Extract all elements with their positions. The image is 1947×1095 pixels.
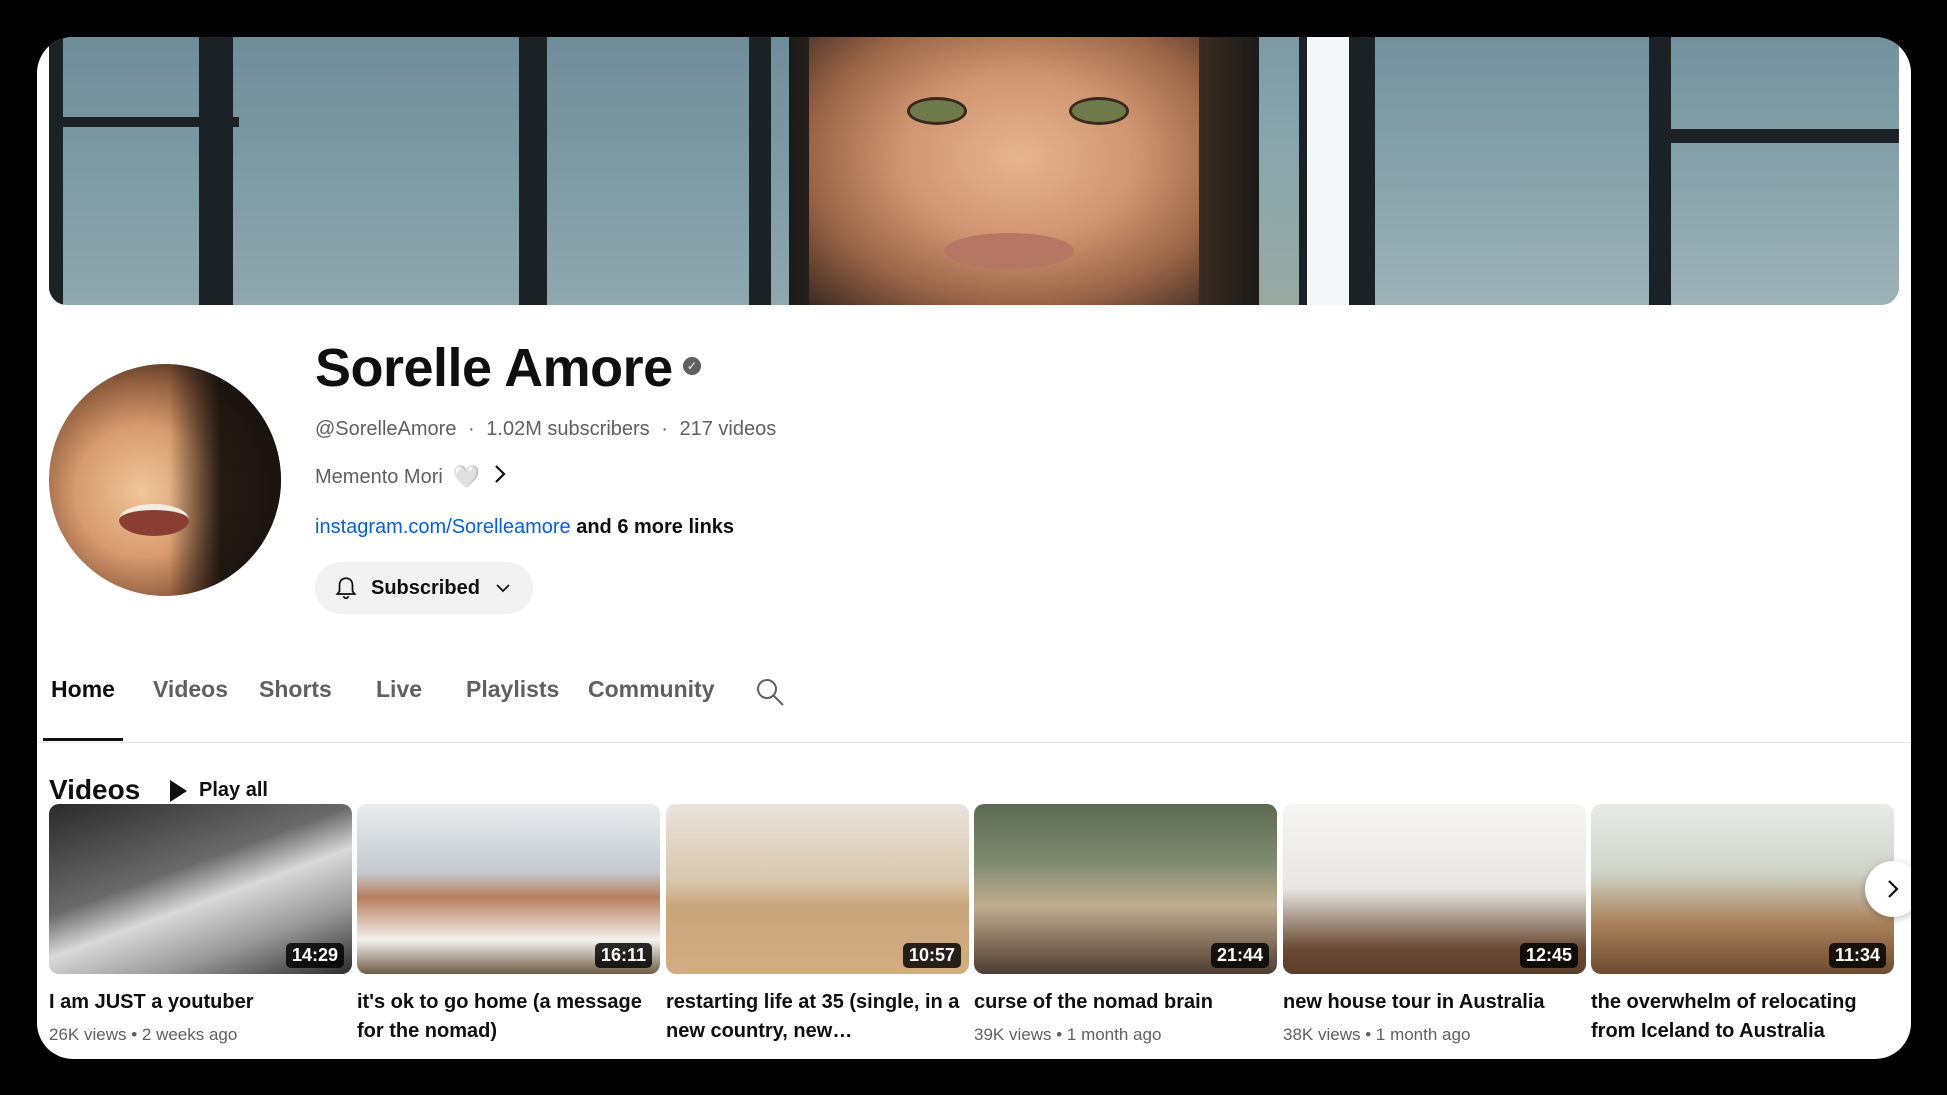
tab-home[interactable]: Home [43,657,123,741]
video-age: 1 month ago [1375,1025,1471,1044]
chevron-down-icon [496,584,510,593]
subscribed-label: Subscribed [371,576,480,599]
video-age: 1 month ago [1066,1025,1162,1044]
video-thumbnail[interactable]: 21:44 [974,804,1277,974]
video-card[interactable]: 10:57 restarting life at 35 (single, in … [666,804,969,1046]
tab-videos[interactable]: Videos [153,657,228,741]
video-card[interactable]: 14:29 I am JUST a youtuber 26K views • 2… [49,804,352,1045]
video-meta: 26K views • 2 weeks ago [49,1025,238,1044]
video-thumbnail[interactable]: 16:11 [357,804,660,974]
instagram-link[interactable]: instagram.com/Sorelleamore [315,516,571,538]
subscriber-count: 1.02M subscribers [486,418,650,440]
channel-banner [49,37,1899,305]
channel-name-text: Sorelle Amore [315,338,673,398]
tab-shorts[interactable]: Shorts [259,657,332,741]
verified-check-icon: ✓ [682,356,701,375]
description-text: Memento Mori [315,465,443,488]
tab-live[interactable]: Live [376,657,422,741]
more-links-button[interactable]: and 6 more links [576,516,734,538]
tab-community[interactable]: Community [588,657,715,741]
channel-links: instagram.com/Sorelleamore and 6 more li… [315,516,734,539]
video-age: 2 weeks ago [141,1025,238,1044]
video-duration: 10:57 [902,943,961,968]
video-card[interactable]: 21:44 curse of the nomad brain 39K views… [974,804,1277,1045]
play-all-label: Play all [199,779,268,801]
channel-avatar[interactable] [49,364,281,596]
video-meta: 38K views • 1 month ago [1283,1025,1471,1044]
video-count: 217 videos [679,418,777,440]
video-meta: 39K views • 1 month ago [974,1025,1162,1044]
video-thumbnail[interactable]: 14:29 [49,804,352,974]
video-thumbnail[interactable]: 11:34 [1591,804,1894,974]
play-all-button[interactable]: Play all [170,779,268,802]
video-card[interactable]: 16:11 it's ok to go home (a message for … [357,804,660,1046]
video-thumbnail[interactable]: 12:45 [1283,804,1586,974]
channel-handle: @SorelleAmore [315,418,457,440]
channel-description[interactable]: Memento Mori 🤍 [315,464,507,490]
video-duration: 21:44 [1210,943,1269,968]
video-title[interactable]: restarting life at 35 (single, in a new … [666,988,966,1046]
white-heart-emoji: 🤍 [452,464,481,489]
subscribed-button[interactable]: Subscribed [315,562,533,614]
channel-meta: @SorelleAmore · 1.02M subscribers · 217 … [315,418,776,441]
video-duration: 16:11 [594,943,652,968]
play-icon [170,779,187,802]
video-title[interactable]: it's ok to go home (a message for the no… [357,988,657,1046]
video-title[interactable]: I am JUST a youtuber [49,988,349,1017]
bell-icon [335,577,357,600]
search-icon[interactable] [755,677,785,707]
video-duration: 14:29 [285,943,344,968]
video-views: 39K views [974,1025,1052,1044]
video-title[interactable]: curse of the nomad brain [974,988,1274,1017]
video-thumbnail[interactable]: 10:57 [666,804,969,974]
meta-separator: · [468,418,475,440]
videos-section-title[interactable]: Videos [49,774,140,806]
video-title[interactable]: the overwhelm of relocating from Iceland… [1591,988,1891,1046]
video-views: 38K views [1283,1025,1361,1044]
channel-tabs: Home Videos Shorts Live Playlists Commun… [37,657,1911,743]
meta-separator: · [661,418,668,440]
video-card[interactable]: 12:45 new house tour in Australia 38K vi… [1283,804,1586,1045]
youtube-channel-page: Sorelle Amore ✓ @SorelleAmore · 1.02M sub… [37,37,1911,1059]
video-card[interactable]: 11:34 the overwhelm of relocating from I… [1591,804,1894,1046]
video-title[interactable]: new house tour in Australia [1283,988,1583,1017]
tab-playlists[interactable]: Playlists [466,657,559,741]
video-duration: 11:34 [1828,943,1886,968]
video-duration: 12:45 [1519,943,1578,968]
channel-name: Sorelle Amore ✓ [315,337,701,399]
chevron-right-icon[interactable] [493,464,507,490]
video-views: 26K views [49,1025,127,1044]
